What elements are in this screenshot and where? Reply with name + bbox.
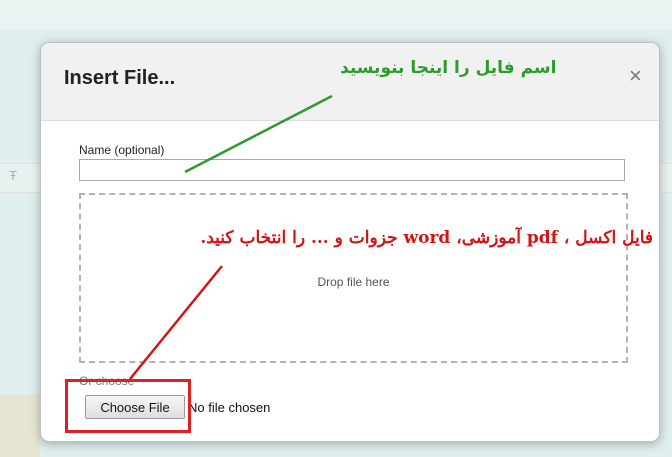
- name-hint-annotation: اسم فایل را اینجا بنویسید: [340, 58, 557, 78]
- choose-file-highlight: [65, 379, 191, 433]
- red-pointer-line: [129, 265, 223, 380]
- green-pointer-line: [184, 94, 333, 174]
- file-hint-annotation: فایل اکسل ، pdf آموزشی، word جزوات و ...…: [200, 228, 653, 248]
